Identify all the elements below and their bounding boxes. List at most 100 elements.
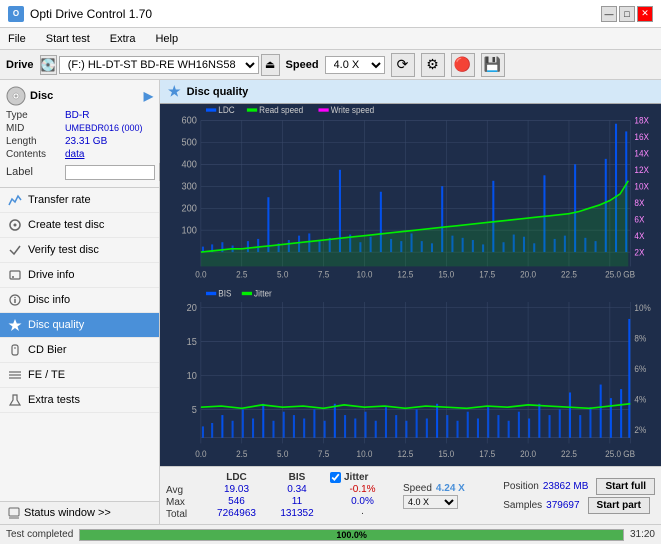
svg-text:8%: 8% xyxy=(634,333,646,343)
extra-tests-icon xyxy=(8,393,22,407)
jitter-checkbox[interactable] xyxy=(330,472,341,483)
nav-transfer-rate-label: Transfer rate xyxy=(28,194,91,206)
drive-info-icon xyxy=(8,268,22,282)
sidebar-item-create-test-disc[interactable]: Create test disc xyxy=(0,213,159,238)
sidebar-item-drive-info[interactable]: Drive info xyxy=(0,263,159,288)
disc-quality-title: Disc quality xyxy=(187,86,249,98)
disc-expand-icon[interactable]: ▶ xyxy=(144,89,153,103)
svg-text:100: 100 xyxy=(181,225,196,236)
ldc-chart: 600 500 400 300 200 100 18X 16X 14X 12X … xyxy=(160,104,661,285)
svg-text:10.0: 10.0 xyxy=(357,449,373,459)
speed-stat-select[interactable]: 4.0 X xyxy=(403,495,458,509)
create-disc-icon xyxy=(8,218,22,232)
total-ldc: 7264963 xyxy=(217,508,256,519)
sidebar-item-verify-test-disc[interactable]: Verify test disc xyxy=(0,238,159,263)
total-bis: 131352 xyxy=(280,508,313,519)
start-part-button[interactable]: Start part xyxy=(588,497,650,514)
svg-text:10X: 10X xyxy=(634,181,649,191)
title-bar-left: O Opti Drive Control 1.70 xyxy=(8,6,152,22)
transfer-rate-icon xyxy=(8,193,22,207)
svg-text:22.5: 22.5 xyxy=(561,269,577,279)
drive-label: Drive xyxy=(6,59,34,71)
bis-chart-svg: 20 15 10 5 10% 8% 6% 4% 2% 0.0 2.5 5.0 7… xyxy=(160,285,661,466)
svg-text:Write speed: Write speed xyxy=(331,104,375,114)
disc-length-row: Length 23.31 GB xyxy=(6,136,153,147)
svg-text:25.0 GB: 25.0 GB xyxy=(605,269,635,279)
svg-text:4%: 4% xyxy=(634,394,646,404)
sidebar-item-cd-bier[interactable]: CD Bier xyxy=(0,338,159,363)
svg-text:300: 300 xyxy=(181,181,196,192)
minimize-button[interactable]: — xyxy=(601,6,617,22)
disc-panel-title: Disc xyxy=(30,90,53,102)
svg-text:5.0: 5.0 xyxy=(277,449,289,459)
svg-text:12.5: 12.5 xyxy=(397,449,413,459)
disc-quality-header: ★ Disc quality xyxy=(160,80,661,104)
drive-select[interactable]: (F:) HL-DT-ST BD-RE WH16NS58 TST4 xyxy=(59,56,259,74)
disc-info-icon xyxy=(8,293,22,307)
svg-text:15.0: 15.0 xyxy=(438,449,454,459)
save-button[interactable]: 💾 xyxy=(481,53,505,77)
sidebar-item-disc-info[interactable]: Disc info xyxy=(0,288,159,313)
speed-select[interactable]: 4.0 X xyxy=(325,56,385,74)
svg-text:15.0: 15.0 xyxy=(438,269,454,279)
eject-button[interactable]: ⏏ xyxy=(261,54,280,76)
svg-text:2X: 2X xyxy=(634,247,644,257)
contents-label: Contents xyxy=(6,149,61,160)
menu-file[interactable]: File xyxy=(4,32,30,46)
nav-create-test-disc-label: Create test disc xyxy=(28,219,104,231)
maximize-button[interactable]: □ xyxy=(619,6,635,22)
burn-button[interactable]: 🔴 xyxy=(451,53,475,77)
settings-button[interactable]: ⚙ xyxy=(421,53,445,77)
svg-text:400: 400 xyxy=(181,159,196,170)
speed-stat-value: 4.24 X xyxy=(436,483,465,494)
nav-drive-info-label: Drive info xyxy=(28,269,74,281)
svg-text:Read speed: Read speed xyxy=(259,104,303,114)
stats-area: Avg Max Total LDC 19.03 546 7264963 BIS … xyxy=(160,466,661,524)
speed-stat-label: Speed xyxy=(403,483,432,494)
nav-extra-tests-label: Extra tests xyxy=(28,394,80,406)
svg-text:15: 15 xyxy=(187,337,197,349)
svg-text:500: 500 xyxy=(181,137,196,148)
sidebar-item-disc-quality[interactable]: Disc quality xyxy=(0,313,159,338)
menu-extra[interactable]: Extra xyxy=(106,32,140,46)
sidebar-item-fe-te[interactable]: FE / TE xyxy=(0,363,159,388)
contents-value[interactable]: data xyxy=(65,149,84,160)
samples-value: 379697 xyxy=(546,500,579,511)
disc-quality-icon xyxy=(8,318,22,332)
cd-bier-icon xyxy=(8,343,22,357)
avg-label: Avg xyxy=(166,485,201,496)
nav-disc-quality-label: Disc quality xyxy=(28,319,84,331)
menu-bar: File Start test Extra Help xyxy=(0,28,661,50)
svg-text:20: 20 xyxy=(187,303,198,315)
start-full-button[interactable]: Start full xyxy=(596,478,655,495)
menu-start-test[interactable]: Start test xyxy=(42,32,94,46)
max-bis: 11 xyxy=(292,496,302,507)
svg-text:10%: 10% xyxy=(634,303,651,313)
max-label: Max xyxy=(166,497,201,508)
nav-disc-info-label: Disc info xyxy=(28,294,70,306)
speed-label: Speed xyxy=(286,59,319,71)
svg-text:8X: 8X xyxy=(634,198,644,208)
avg-jitter: -0.1% xyxy=(330,484,395,495)
svg-text:0.0: 0.0 xyxy=(195,449,207,459)
length-value: 23.31 GB xyxy=(65,136,107,147)
close-button[interactable]: ✕ xyxy=(637,6,653,22)
progress-text: 100.0% xyxy=(80,530,623,540)
svg-text:600: 600 xyxy=(181,115,196,126)
fe-te-icon xyxy=(8,368,22,382)
status-window-label: Status window >> xyxy=(24,507,111,519)
menu-help[interactable]: Help xyxy=(151,32,182,46)
refresh-button[interactable]: ⟳ xyxy=(391,53,415,77)
status-window-button[interactable]: Status window >> xyxy=(0,501,159,524)
sidebar-item-transfer-rate[interactable]: Transfer rate xyxy=(0,188,159,213)
svg-text:17.5: 17.5 xyxy=(479,269,495,279)
svg-text:10.0: 10.0 xyxy=(357,269,373,279)
drive-bar: Drive 💽 (F:) HL-DT-ST BD-RE WH16NS58 TST… xyxy=(0,50,661,80)
svg-text:6X: 6X xyxy=(634,214,644,224)
sidebar-item-extra-tests[interactable]: Extra tests xyxy=(0,388,159,413)
elapsed-time: 31:20 xyxy=(630,529,655,540)
svg-text:200: 200 xyxy=(181,203,196,214)
label-input[interactable] xyxy=(65,165,155,180)
nav-verify-test-disc-label: Verify test disc xyxy=(28,244,99,256)
bis-chart: 20 15 10 5 10% 8% 6% 4% 2% 0.0 2.5 5.0 7… xyxy=(160,285,661,466)
